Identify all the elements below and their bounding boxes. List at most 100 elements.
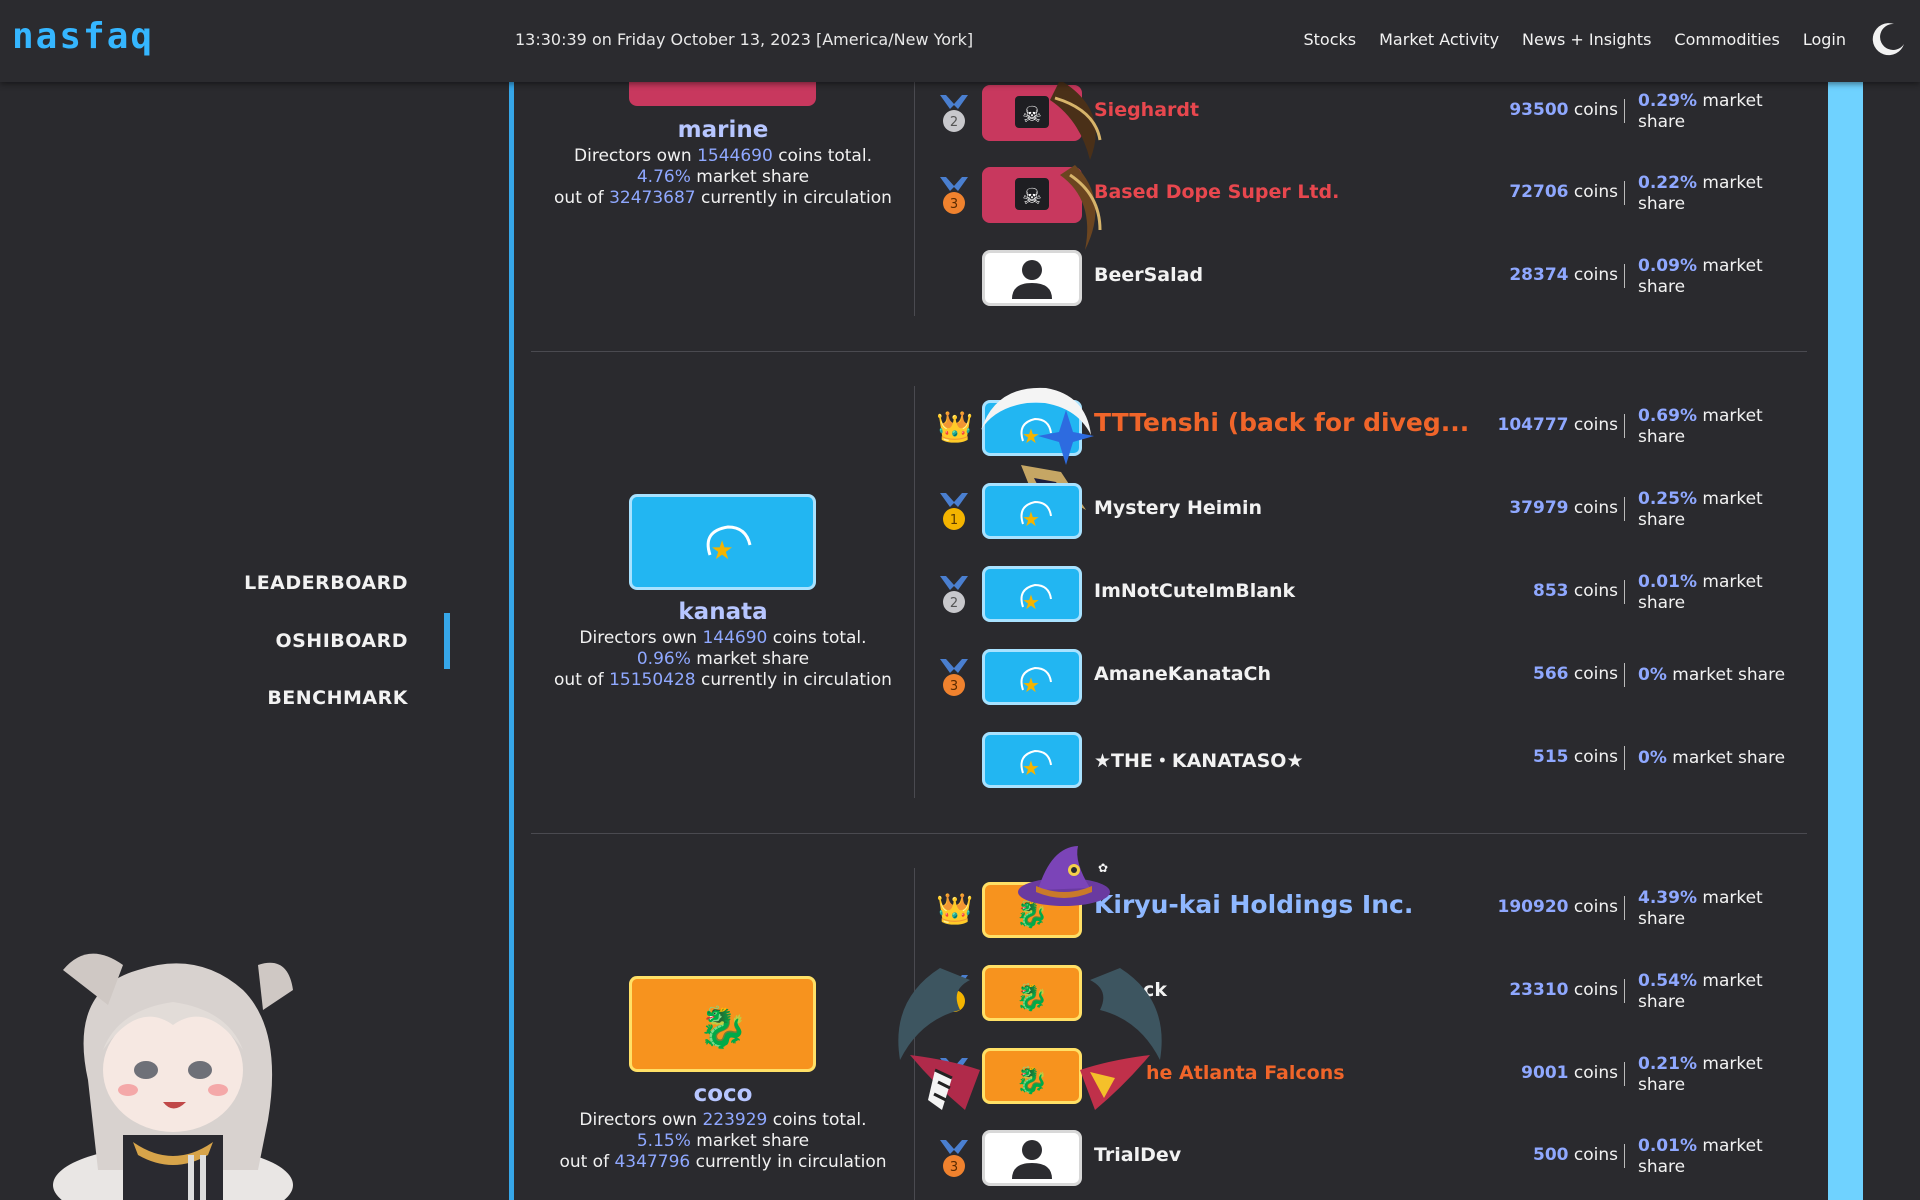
kanata-flag[interactable]: ★ <box>629 494 816 590</box>
user-avatar[interactable]: 🐉 <box>982 965 1082 1021</box>
user-avatar[interactable]: ★ <box>982 649 1082 705</box>
username[interactable]: ock <box>1130 979 1167 1001</box>
username[interactable]: Sieghardt <box>1094 99 1199 121</box>
user-avatar[interactable] <box>982 250 1082 306</box>
oshi-name[interactable]: coco <box>534 1080 912 1108</box>
circulation-value: 15150428 <box>609 670 696 690</box>
username[interactable]: he Atlanta Falcons <box>1146 1062 1345 1084</box>
silver-medal-icon: 2 <box>940 576 968 613</box>
svg-text:☠: ☠ <box>1022 185 1042 210</box>
svg-text:1: 1 <box>950 995 958 1010</box>
nav-commodities[interactable]: Commodities <box>1674 30 1779 49</box>
svg-text:3: 3 <box>950 197 958 212</box>
username[interactable]: Kiryu-kai Holdings Inc. <box>1094 890 1413 919</box>
director-row[interactable]: 3 TrialDev 500 coins 0.01% market share <box>930 1124 1810 1188</box>
content-left-border <box>509 82 514 1200</box>
user-avatar[interactable]: ★ <box>982 483 1082 539</box>
nav-login[interactable]: Login <box>1803 30 1846 49</box>
coins-held: 853 coins <box>1532 581 1618 601</box>
svg-text:🐉: 🐉 <box>1016 982 1048 1013</box>
coins-held: 9001 coins <box>1521 1063 1618 1083</box>
market-share: 0.25% market share <box>1638 489 1763 530</box>
username[interactable]: Mystery Heimin <box>1094 497 1262 519</box>
user-avatar[interactable]: 🐉 <box>982 1048 1082 1104</box>
market-share: 0.54% market share <box>1638 971 1763 1012</box>
circulation-value: 32473687 <box>609 188 696 208</box>
sidebar-item-oshiboard[interactable]: OSHIBOARD <box>275 630 408 652</box>
default-user-icon <box>1012 260 1052 299</box>
sidebar-item-leaderboard[interactable]: LEADERBOARD <box>244 572 408 594</box>
default-user-icon <box>1012 1140 1052 1179</box>
coins-held: 72706 coins <box>1509 182 1618 202</box>
sidebar-item-benchmark[interactable]: BENCHMARK <box>267 687 408 709</box>
active-indicator <box>444 613 450 669</box>
director-row[interactable]: 1 ★ Mystery Heimin 37979 coins 0.25% mar… <box>930 477 1810 541</box>
market-share: 0.01% market share <box>1638 1136 1763 1177</box>
nav-market-activity[interactable]: Market Activity <box>1379 30 1499 49</box>
director-row[interactable]: 2 ★ ImNotCuteImBlank 853 coins 0.01% mar… <box>930 560 1810 624</box>
dark-mode-toggle-icon[interactable] <box>1872 22 1906 56</box>
username[interactable]: AmaneKanataCh <box>1094 663 1271 685</box>
username[interactable]: ImNotCuteImBlank <box>1094 580 1295 602</box>
user-avatar[interactable]: ★ <box>982 566 1082 622</box>
divider <box>1624 979 1625 1003</box>
director-row[interactable]: BeerSalad 28374 coins 0.09% market share <box>930 244 1810 308</box>
divider <box>1624 746 1625 770</box>
market-share: 0.29% market share <box>1638 91 1763 132</box>
username[interactable]: TrialDev <box>1094 1144 1181 1166</box>
username[interactable]: Based Dope Super Ltd. <box>1094 181 1339 203</box>
column-divider <box>914 82 915 316</box>
coins-held: 566 coins <box>1532 664 1618 684</box>
user-avatar[interactable]: ☠ <box>982 167 1082 223</box>
svg-text:★: ★ <box>710 536 733 566</box>
silver-medal-icon: 2 <box>940 1058 968 1095</box>
user-avatar[interactable]: ★ <box>982 732 1082 788</box>
oshi-name[interactable]: kanata <box>534 598 912 626</box>
coco-flag[interactable]: 🐉 <box>629 976 816 1072</box>
svg-text:☠: ☠ <box>1022 103 1042 128</box>
nav-stocks[interactable]: Stocks <box>1304 30 1357 49</box>
coins-held: 190920 coins <box>1497 897 1619 917</box>
director-row[interactable]: ★ ★THE・KANATASO★ 515 coins 0% market sha… <box>930 726 1810 790</box>
svg-text:2: 2 <box>950 115 958 130</box>
site-logo[interactable]: nasfaq <box>12 16 154 57</box>
svg-text:🐉: 🐉 <box>698 1004 748 1051</box>
director-row[interactable]: 👑 ★ TTTenshi (back for diveg... 104777 c… <box>930 394 1810 458</box>
main-nav: Stocks Market Activity News + Insights C… <box>1304 30 1847 49</box>
director-row[interactable]: 2 ☠ Sieghardt 93500 coins 0.29% market sh… <box>930 79 1810 143</box>
svg-text:✿: ✿ <box>1098 861 1108 875</box>
director-row[interactable]: 1 🐉 ock 23310 coins 0.54% market share <box>930 959 1810 1023</box>
oshi-name[interactable]: marine <box>534 116 912 144</box>
svg-text:🐉: 🐉 <box>1016 899 1048 930</box>
divider <box>1624 1062 1625 1086</box>
silver-medal-icon: 2 <box>940 95 968 132</box>
username[interactable]: ★THE・KANATASO★ <box>1094 746 1304 773</box>
market-share: 0.01% market share <box>1638 572 1763 613</box>
svg-text:★: ★ <box>1022 673 1040 697</box>
director-row[interactable]: 3 ★ AmaneKanataCh 566 coins 0% market sh… <box>930 643 1810 707</box>
svg-text:2: 2 <box>950 1078 958 1093</box>
divider <box>1624 1144 1625 1168</box>
director-row[interactable]: 2 🐉 he Atlanta Falcons 9001 coins 0.21% … <box>930 1042 1810 1106</box>
user-avatar[interactable]: ☠ <box>982 85 1082 141</box>
divider <box>1624 264 1625 288</box>
coco-summary: coco Directors own 223929 coins total. 5… <box>534 1080 912 1173</box>
market-share-value: 5.15% <box>636 1131 691 1151</box>
circulation-value: 4347796 <box>614 1152 691 1172</box>
user-avatar[interactable] <box>982 1130 1082 1186</box>
bronze-medal-icon: 3 <box>940 177 968 214</box>
username[interactable]: BeerSalad <box>1094 264 1203 286</box>
nav-news-insights[interactable]: News + Insights <box>1522 30 1651 49</box>
director-row[interactable]: 3 ☠ Based Dope Super Ltd. 72706 coins 0.… <box>930 161 1810 225</box>
market-share: 0% market share <box>1638 748 1786 768</box>
user-avatar[interactable]: ★ <box>982 400 1082 456</box>
username[interactable]: TTTenshi (back for diveg... <box>1094 408 1469 437</box>
user-avatar[interactable]: 🐉 <box>982 882 1082 938</box>
director-row[interactable]: 👑 🐉 Kiryu-kai Holdings Inc. 190920 coins… <box>930 876 1810 940</box>
svg-text:★: ★ <box>1022 424 1040 448</box>
market-clock: 13:30:39 on Friday October 13, 2023 [Ame… <box>515 30 974 49</box>
directors-coins: 144690 <box>702 628 768 648</box>
market-share: 0.09% market share <box>1638 256 1763 297</box>
section-divider <box>531 351 1807 352</box>
market-share: 0% market share <box>1638 665 1786 685</box>
